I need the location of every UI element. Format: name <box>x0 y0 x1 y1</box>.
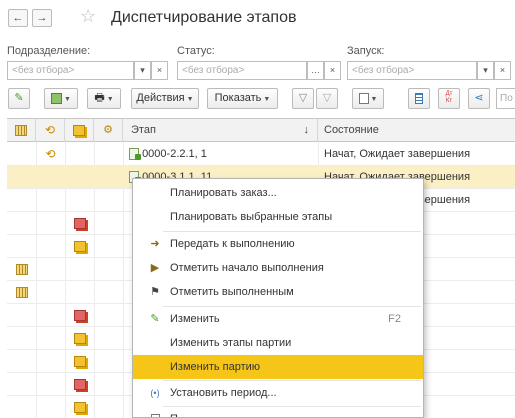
create-based-on-button[interactable]: ▼ <box>44 88 78 109</box>
edit-button[interactable]: ✎ <box>8 88 30 109</box>
calendar-icon <box>15 286 28 298</box>
calendar-icon <box>15 263 28 275</box>
share-button[interactable]: ⋖ <box>468 88 490 109</box>
report-icon <box>358 92 369 104</box>
stack-icon <box>73 124 85 136</box>
copy-green-icon <box>51 92 63 104</box>
menu-item-label: П <box>170 407 178 417</box>
table-row[interactable]: ⟲ 0000-2.2.1, 1 Начат, Ожидает завершени… <box>7 143 515 166</box>
stack-yellow-icon <box>73 401 86 413</box>
play-icon: ▶ <box>150 262 160 274</box>
stack-red-icon <box>73 217 86 229</box>
actions-menu-button[interactable]: Действия ▼ <box>131 88 199 109</box>
menu-item-plan-selected[interactable]: Планировать выбранные этапы <box>133 205 423 229</box>
status-filter-input[interactable]: <без отбора> <box>177 61 307 80</box>
col-state-header[interactable]: Состояние <box>318 119 515 142</box>
status-clear-button[interactable]: × <box>324 61 341 80</box>
report-button[interactable]: ▼ <box>352 88 384 109</box>
menu-item-label: Отметить начало выполнения <box>170 262 324 274</box>
launch-clear-button[interactable]: × <box>494 61 511 80</box>
calendar-icon <box>15 124 27 136</box>
col-stack-header[interactable] <box>65 119 94 142</box>
context-menu: Планировать заказ... Планировать выбранн… <box>132 178 424 418</box>
pencil-icon: ✎ <box>14 92 24 104</box>
sort-indicator: ↓ <box>303 124 310 136</box>
forward-button[interactable]: → <box>32 9 52 27</box>
menu-item-transfer[interactable]: ➜ Передать к выполнению <box>133 232 423 256</box>
subdivision-filter-label: Подразделение: <box>7 45 91 57</box>
menu-item-label: Отметить выполненным <box>170 286 294 298</box>
flag-icon: ⚑ <box>150 286 160 298</box>
printer-icon: 🖶 <box>94 92 105 104</box>
return-arrow-icon: ⟲ <box>44 123 56 138</box>
menu-item-label: Передать к выполнению <box>170 238 295 250</box>
col-arrow-header[interactable]: ⟲ <box>36 119 65 142</box>
subdivision-clear-button[interactable]: × <box>151 61 168 80</box>
stack-yellow-icon <box>73 240 86 252</box>
dt-kt-button[interactable]: Дт Кт <box>438 88 460 109</box>
filter-button[interactable]: ▽ <box>292 88 314 109</box>
table-header: ⟲ ⚙ Этап ↓ Состояние <box>7 119 515 142</box>
page-title: Диспетчирование этапов <box>111 9 297 26</box>
arrow-right-icon: ➜ <box>150 238 160 250</box>
status-filter-label: Статус: <box>177 45 215 57</box>
stack-red-icon <box>73 309 86 321</box>
show-menu-button[interactable]: Показать ▼ <box>207 88 278 109</box>
list-settings-button[interactable] <box>408 88 430 109</box>
search-placeholder: По <box>500 93 513 104</box>
menu-item-label: Планировать выбранные этапы <box>170 211 333 223</box>
status-choose-button[interactable]: … <box>307 61 324 80</box>
col-state-label: Состояние <box>324 124 379 136</box>
menu-item-label: Планировать заказ... <box>170 187 277 199</box>
subdivision-dropdown-button[interactable]: ▾ <box>134 61 151 80</box>
subdivision-filter-input[interactable]: <без отбора> <box>7 61 134 80</box>
menu-item-edit[interactable]: ✎ Изменить F2 <box>133 307 423 331</box>
back-button[interactable]: ← <box>8 9 28 27</box>
col-calendar-header[interactable] <box>7 119 36 142</box>
launch-dropdown-button[interactable]: ▾ <box>477 61 494 80</box>
return-arrow-icon: ⟲ <box>45 147 56 162</box>
show-menu-label: Показать <box>214 92 262 104</box>
col-stage-header[interactable]: Этап ↓ <box>123 119 318 142</box>
stage-doc-icon <box>129 148 141 161</box>
favorite-star-icon[interactable]: ☆ <box>80 6 96 26</box>
menu-item-label: Изменить <box>170 313 220 325</box>
actions-menu-label: Действия <box>136 92 185 104</box>
menu-item-set-period[interactable]: (•) Установить период... <box>133 381 423 405</box>
state-cell: Начат, Ожидает завершения <box>324 148 471 160</box>
subdivision-filter-placeholder: <без отбора> <box>12 65 75 76</box>
stack-yellow-icon <box>73 332 86 344</box>
share-icon: ⋖ <box>474 92 484 104</box>
stage-cell: 0000-2.2.1, 1 <box>142 148 207 160</box>
stack-red-icon <box>73 378 86 390</box>
menu-item-mark-start[interactable]: ▶ Отметить начало выполнения <box>133 256 423 280</box>
gears-icon: ⚙ <box>103 124 113 136</box>
period-icon: (•) <box>150 388 160 398</box>
pencil-icon: ✎ <box>150 313 160 325</box>
col-stage-label: Этап <box>131 124 156 136</box>
funnel-clear-icon: ▽ <box>322 92 332 104</box>
funnel-icon: ▽ <box>298 92 308 104</box>
search-input[interactable]: По <box>496 88 515 109</box>
doc-icon <box>147 407 163 417</box>
menu-item-edit-batch[interactable]: Изменить партию <box>133 355 423 379</box>
menu-item-plan-order[interactable]: Планировать заказ... <box>133 181 423 205</box>
menu-item-partial[interactable]: П <box>133 407 423 417</box>
col-gear-header[interactable]: ⚙ <box>94 119 123 142</box>
shortcut-label: F2 <box>388 313 401 325</box>
clear-filter-button[interactable]: ▽ <box>316 88 338 109</box>
launch-filter-placeholder: <без отбора> <box>352 65 415 76</box>
launch-filter-label: Запуск: <box>347 45 385 57</box>
list-icon <box>415 92 423 104</box>
menu-item-label: Изменить партию <box>170 361 261 373</box>
menu-item-mark-done[interactable]: ⚑ Отметить выполненным <box>133 280 423 304</box>
status-filter-placeholder: <без отбора> <box>182 65 245 76</box>
menu-item-label: Изменить этапы партии <box>170 337 292 349</box>
menu-item-edit-batch-stages[interactable]: Изменить этапы партии <box>133 331 423 355</box>
debit-credit-icon: Дт Кт <box>445 91 453 105</box>
print-button[interactable]: 🖶 ▼ <box>87 88 121 109</box>
stack-yellow-icon <box>73 355 86 367</box>
menu-item-label: Установить период... <box>170 387 277 399</box>
launch-filter-input[interactable]: <без отбора> <box>347 61 477 80</box>
